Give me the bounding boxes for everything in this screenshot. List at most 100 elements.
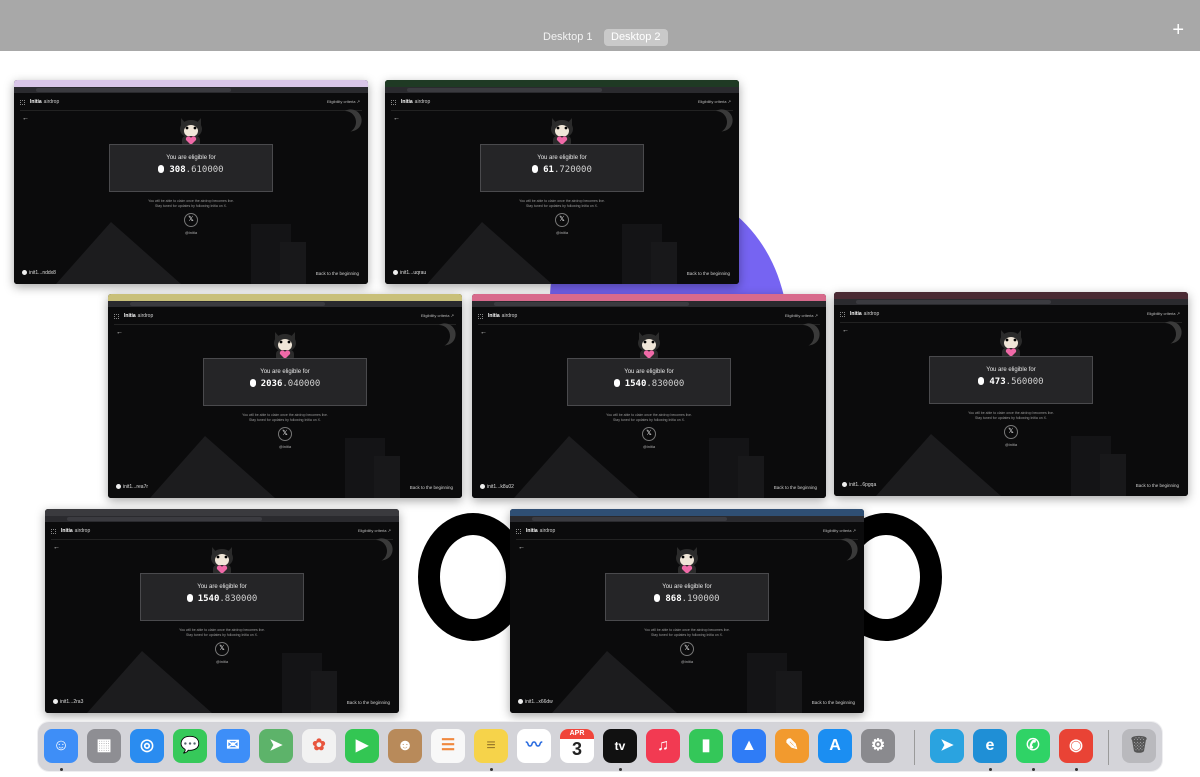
numbers-icon[interactable]: ▮ xyxy=(689,729,723,763)
eligibility-criteria-link[interactable]: Eligibility criteria ↗ xyxy=(1147,311,1180,316)
back-arrow-icon[interactable]: ← xyxy=(842,327,849,334)
whatsapp-icon[interactable]: ✆ xyxy=(1016,729,1050,763)
airdrop-page: Initia airdrop Eligibility criteria ↗ ← Y… xyxy=(45,522,399,713)
airdrop-amount: 61.720000 xyxy=(481,165,643,175)
page-header: Initia airdrop Eligibility criteria ↗ xyxy=(51,528,393,540)
x-social-icon[interactable]: 𝕏 xyxy=(215,642,229,656)
pages-icon[interactable]: ✎ xyxy=(775,729,809,763)
init-token-icon xyxy=(249,379,256,387)
tab-bar[interactable] xyxy=(14,80,368,87)
grid-icon[interactable] xyxy=(20,100,25,105)
tab-bar[interactable] xyxy=(834,292,1188,299)
system-settings-icon[interactable]: ⚙ xyxy=(861,729,895,763)
reminders-icon[interactable]: ☰ xyxy=(431,729,465,763)
building-illustration xyxy=(373,456,400,498)
telegram-icon[interactable]: ➤ xyxy=(930,729,964,763)
wallet-address[interactable]: init1...k8u02 xyxy=(480,484,514,490)
tab-bar[interactable] xyxy=(45,509,399,516)
browser-window-1[interactable]: Initia airdrop Eligibility criteria ↗ ← Y… xyxy=(14,80,368,284)
brand-logo: Initia airdrop xyxy=(850,311,880,317)
wallet-address[interactable]: init1...x66dw xyxy=(518,699,553,705)
trash-icon[interactable]: 🗑 xyxy=(1122,729,1156,763)
tab-bar[interactable] xyxy=(385,80,739,87)
back-to-beginning-link[interactable]: Back to the beginning xyxy=(410,485,453,490)
finder-icon[interactable]: ☺ xyxy=(44,729,78,763)
calendar-icon[interactable]: APR 3 xyxy=(560,729,594,763)
shiba-mascot-icon xyxy=(274,332,296,361)
facetime-icon[interactable]: ▶ xyxy=(345,729,379,763)
music-icon[interactable]: ♫ xyxy=(646,729,680,763)
init-token-icon xyxy=(654,594,661,602)
browser-window-4[interactable]: Initia airdrop Eligibility criteria ↗ ← Y… xyxy=(472,294,826,498)
wallet-address[interactable]: init1...uqrau xyxy=(393,270,426,276)
wallet-address[interactable]: init1...nddx8 xyxy=(22,270,56,276)
apple-tv-icon[interactable]: tv xyxy=(603,729,637,763)
info-icon xyxy=(393,270,398,275)
tab-bar[interactable] xyxy=(510,509,864,516)
eligibility-card: You are eligible for 1540.830000 xyxy=(140,573,304,621)
dock-separator xyxy=(914,730,915,765)
back-to-beginning-link[interactable]: Back to the beginning xyxy=(347,700,390,705)
page-header: Initia airdrop Eligibility criteria ↗ xyxy=(840,311,1182,323)
init-token-icon xyxy=(613,379,620,387)
back-to-beginning-link[interactable]: Back to the beginning xyxy=(812,700,855,705)
back-to-beginning-link[interactable]: Back to the beginning xyxy=(687,271,730,276)
edge-icon[interactable]: e xyxy=(973,729,1007,763)
x-social-icon[interactable]: 𝕏 xyxy=(1004,425,1018,439)
eligibility-criteria-link[interactable]: Eligibility criteria ↗ xyxy=(358,528,391,533)
eligibility-criteria-link[interactable]: Eligibility criteria ↗ xyxy=(421,313,454,318)
back-arrow-icon[interactable]: ← xyxy=(480,329,487,336)
back-arrow-icon[interactable]: ← xyxy=(393,115,400,122)
mail-icon[interactable]: ✉ xyxy=(216,729,250,763)
eligibility-criteria-link[interactable]: Eligibility criteria ↗ xyxy=(327,99,360,104)
photos-icon[interactable]: ✿ xyxy=(302,729,336,763)
back-to-beginning-link[interactable]: Back to the beginning xyxy=(774,485,817,490)
back-to-beginning-link[interactable]: Back to the beginning xyxy=(316,271,359,276)
moon-icon xyxy=(828,538,855,565)
browser-window-5[interactable]: Initia airdrop Eligibility criteria ↗ ← Y… xyxy=(834,292,1188,496)
space-tab-desktop-1[interactable]: Desktop 1 xyxy=(536,29,600,46)
contacts-icon[interactable]: ☻ xyxy=(388,729,422,763)
tab-bar[interactable] xyxy=(472,294,826,301)
x-social-icon[interactable]: 𝕏 xyxy=(278,427,292,441)
grid-icon[interactable] xyxy=(391,100,396,105)
browser-window-7[interactable]: Initia airdrop Eligibility criteria ↗ ← Y… xyxy=(510,509,864,713)
space-tab-desktop-2[interactable]: Desktop 2 xyxy=(604,29,668,46)
wallet-address[interactable]: init1...2ra3 xyxy=(53,699,83,705)
wallet-address[interactable]: init1...rea7r xyxy=(116,484,148,490)
claim-note: You will be able to claim once the airdr… xyxy=(242,413,328,422)
back-to-beginning-link[interactable]: Back to the beginning xyxy=(1136,483,1179,488)
x-social-icon[interactable]: 𝕏 xyxy=(184,213,198,227)
x-social-icon[interactable]: 𝕏 xyxy=(555,213,569,227)
wallet-address[interactable]: init1...6pgqa xyxy=(842,482,876,488)
x-social-icon[interactable]: 𝕏 xyxy=(642,427,656,441)
grid-icon[interactable] xyxy=(516,529,521,534)
x-social-icon[interactable]: 𝕏 xyxy=(680,642,694,656)
grid-icon[interactable] xyxy=(840,312,845,317)
back-arrow-icon[interactable]: ← xyxy=(518,544,525,551)
eligibility-criteria-link[interactable]: Eligibility criteria ↗ xyxy=(698,99,731,104)
freeform-icon[interactable]: 〰 xyxy=(517,729,551,763)
notes-icon[interactable]: ≡ xyxy=(474,729,508,763)
maps-icon[interactable]: ➤ xyxy=(259,729,293,763)
back-arrow-icon[interactable]: ← xyxy=(53,544,60,551)
browser-window-2[interactable]: Initia airdrop Eligibility criteria ↗ ← Y… xyxy=(385,80,739,284)
keynote-icon[interactable]: ▲ xyxy=(732,729,766,763)
add-space-button[interactable]: + xyxy=(1172,20,1184,40)
chrome-icon[interactable]: ◉ xyxy=(1059,729,1093,763)
browser-window-6[interactable]: Initia airdrop Eligibility criteria ↗ ← Y… xyxy=(45,509,399,713)
app-store-icon[interactable]: A xyxy=(818,729,852,763)
eligibility-criteria-link[interactable]: Eligibility criteria ↗ xyxy=(823,528,856,533)
tab-bar[interactable] xyxy=(108,294,462,301)
messages-icon[interactable]: 💬 xyxy=(173,729,207,763)
grid-icon[interactable] xyxy=(51,529,56,534)
grid-icon[interactable] xyxy=(478,314,483,319)
info-icon xyxy=(842,482,847,487)
safari-icon[interactable]: ◎ xyxy=(130,729,164,763)
launchpad-icon[interactable]: ▦ xyxy=(87,729,121,763)
back-arrow-icon[interactable]: ← xyxy=(22,115,29,122)
grid-icon[interactable] xyxy=(114,314,119,319)
back-arrow-icon[interactable]: ← xyxy=(116,329,123,336)
eligibility-criteria-link[interactable]: Eligibility criteria ↗ xyxy=(785,313,818,318)
browser-window-3[interactable]: Initia airdrop Eligibility criteria ↗ ← Y… xyxy=(108,294,462,498)
